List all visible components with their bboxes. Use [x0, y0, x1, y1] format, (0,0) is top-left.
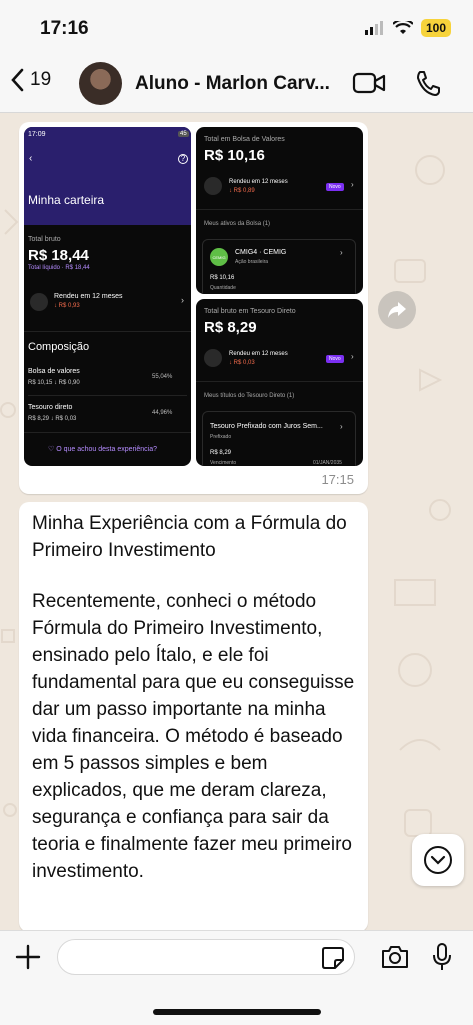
bond-maturity-date: 01/JAN/2035	[313, 460, 342, 466]
liquid-value: Total líquido · R$ 18,44	[28, 265, 90, 271]
avatar[interactable]	[79, 62, 122, 105]
chevron-right-icon: ›	[351, 180, 354, 189]
unread-count: 19	[30, 69, 52, 90]
new-badge: Novo	[326, 355, 344, 363]
bond-value: R$ 8,29	[210, 450, 232, 456]
message-title: Minha Experiência com a Fórmula do Prime…	[32, 513, 347, 561]
screen-battery: 45	[178, 131, 189, 137]
bolsa-values: R$ 10,15 ↓ R$ 0,90	[28, 380, 80, 386]
total-label: Total bruto	[28, 236, 61, 243]
screenshot-bolsa: Total em Bolsa de Valores R$ 10,16 Rende…	[196, 127, 363, 294]
chevron-down-icon	[424, 846, 452, 874]
ticker-type: Ação brasileira	[235, 259, 269, 265]
bolsa-total-label: Total em Bolsa de Valores	[204, 136, 285, 143]
rendeu-value: ↓ R$ 0,93	[54, 303, 80, 309]
screen-title: Minha carteira	[28, 193, 105, 207]
text-message[interactable]: Minha Experiência com a Fórmula do Prime…	[19, 502, 368, 932]
total-value: R$ 18,44	[28, 247, 89, 264]
video-camera-icon[interactable]	[352, 70, 386, 96]
bond-name: Tesouro Prefixado com Juros Sem...	[210, 423, 323, 430]
plus-icon[interactable]	[14, 943, 42, 971]
divider	[28, 395, 187, 396]
microphone-icon[interactable]	[432, 942, 452, 972]
bond-maturity-label: Vencimento	[210, 460, 237, 466]
cemig-logo: CEMIG	[210, 248, 228, 266]
status-icons: 100	[364, 19, 451, 37]
tesouro-label: Tesouro direto	[28, 404, 73, 411]
status-time: 17:16	[40, 18, 89, 39]
bolsa-label: Bolsa de valores	[28, 368, 80, 375]
scroll-to-bottom-button[interactable]	[412, 834, 464, 886]
forward-icon	[388, 302, 406, 318]
battery-indicator: 100	[420, 19, 451, 37]
tesouro-values: R$ 8,29 ↓ R$ 0,03	[28, 416, 77, 422]
ticker-quantity: Quantidade	[210, 285, 236, 291]
wifi-icon	[392, 21, 413, 34]
chevron-right-icon: ›	[351, 352, 354, 361]
chart-icon	[204, 177, 222, 195]
screen-clock: 17:09	[28, 131, 46, 138]
divider	[196, 381, 363, 382]
screen-back-icon: ‹	[29, 153, 33, 164]
forward-button[interactable]	[378, 291, 416, 329]
chevron-right-icon: ›	[181, 295, 184, 305]
help-icon: ?	[178, 154, 188, 164]
tesouro-rendeu-label: Rendeu em 12 meses	[229, 351, 288, 357]
screenshot-carteira: 17:09 45 ‹ ? Minha carteira Total bruto …	[24, 127, 191, 466]
titles-heading: Meus títulos do Tesouro Direto (1)	[204, 393, 295, 399]
home-indicator	[153, 1009, 321, 1015]
back-button[interactable]: 19	[10, 68, 51, 92]
bolsa-total-value: R$ 10,16	[204, 147, 265, 164]
bolsa-percent: 55,04%	[152, 374, 173, 380]
sticker-icon[interactable]	[321, 946, 345, 970]
composer-bar	[0, 930, 473, 1025]
tesouro-percent: 44,96%	[152, 410, 173, 416]
back-chevron-icon	[11, 68, 24, 92]
contact-name[interactable]: Aluno - Marlon Carv...	[135, 73, 335, 95]
divider	[24, 432, 191, 433]
tesouro-total-value: R$ 8,29	[204, 319, 257, 336]
chevron-right-icon: ›	[340, 248, 343, 257]
status-bar: 17:16 100	[0, 0, 473, 56]
image-message[interactable]: 17:09 45 ‹ ? Minha carteira Total bruto …	[19, 122, 368, 494]
message-input[interactable]	[57, 939, 355, 975]
tesouro-rendeu-value: ↓ R$ 0,03	[229, 360, 255, 366]
new-badge: Novo	[326, 183, 344, 191]
chart-icon	[204, 349, 222, 367]
bond-type: Prefixado	[210, 434, 232, 440]
message-body: Recentemente, conheci o método Fórmula d…	[32, 591, 355, 882]
feedback-link: ♡ O que achou desta experiência?	[48, 446, 158, 453]
chevron-right-icon: ›	[340, 422, 343, 431]
phone-icon[interactable]	[414, 69, 440, 97]
rendeu-label: Rendeu em 12 meses	[54, 293, 123, 300]
chart-icon	[30, 293, 48, 311]
bolsa-rendeu-value: ↓ R$ 0,89	[229, 188, 255, 194]
assets-heading: Meus ativos da Bolsa (1)	[204, 221, 271, 227]
signal-icon	[364, 21, 383, 35]
divider	[24, 331, 191, 332]
ticker-name: CMIG4 · CEMIG	[235, 249, 287, 256]
camera-icon[interactable]	[380, 944, 410, 970]
bolsa-rendeu-label: Rendeu em 12 meses	[229, 179, 288, 185]
ticker-value: R$ 10,16	[210, 275, 235, 281]
chat-header: 19 Aluno - Marlon Carv...	[0, 56, 473, 113]
app-header	[24, 127, 191, 225]
composition-heading: Composição	[28, 341, 90, 353]
screenshot-tesouro: Total bruto em Tesouro Direto R$ 8,29 Re…	[196, 299, 363, 466]
divider	[196, 209, 363, 210]
tesouro-total-label: Total bruto em Tesouro Direto	[204, 308, 296, 315]
message-time: 17:15	[321, 472, 354, 487]
